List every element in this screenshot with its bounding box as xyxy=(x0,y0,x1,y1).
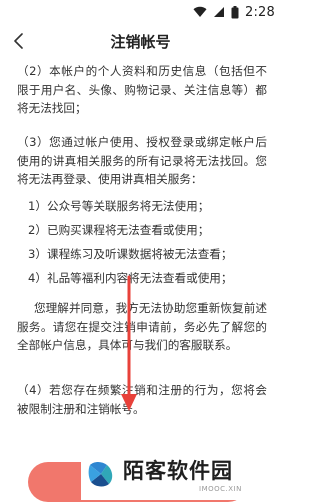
watermark-text: 陌客软件园 IMOOC.XIN xyxy=(123,455,242,493)
notice-paragraph: （4）若您存在频繁注销和注册的行为，您将会被限制注册和注销帐号。 xyxy=(17,383,267,416)
notice-content[interactable]: （2）本帐户的个人资料和历史信息（包括但不限于用户名、头像、购物记录、关注信息等… xyxy=(0,58,281,500)
battery-icon xyxy=(231,5,239,18)
watermark-domain: IMOOC.XIN xyxy=(199,485,242,493)
top-bar: 注销帐号 xyxy=(0,24,281,58)
notice-paragraph: （2）本帐户的个人资料和历史信息（包括但不限于用户名、头像、购物记录、关注信息等… xyxy=(17,64,267,116)
wifi-icon xyxy=(193,6,207,18)
page-title: 注销帐号 xyxy=(110,33,171,51)
notice-list-item: 1）公众号等关联服务将无法使用； xyxy=(28,199,210,213)
signal-icon xyxy=(214,7,224,17)
notice-paragraph: 您理解并同意，我方无法协助您重新恢复前述服务。请您在提交注销申请前，务必先了解您… xyxy=(17,301,267,353)
notice-list-item: 3）课程练习及听课数据将被无法查看； xyxy=(28,247,233,261)
brand-logo-icon xyxy=(88,462,113,487)
watermark: 陌客软件园 IMOOC.XIN xyxy=(81,448,281,500)
notice-list-item: 2）已购买课程将无法查看或使用； xyxy=(28,223,210,237)
watermark-brand: 陌客软件园 xyxy=(123,458,233,483)
status-bar: 2:28 xyxy=(0,0,281,24)
status-time: 2:28 xyxy=(245,4,275,20)
notice-list-item: 4）礼品等福利内容将无法查看或使用； xyxy=(28,271,233,285)
status-icons: 2:28 xyxy=(193,3,275,21)
notice-paragraph: （3）您通过帐户使用、授权登录或绑定帐户后使用的讲真相关服务的所有记录将无法找回… xyxy=(17,135,267,187)
